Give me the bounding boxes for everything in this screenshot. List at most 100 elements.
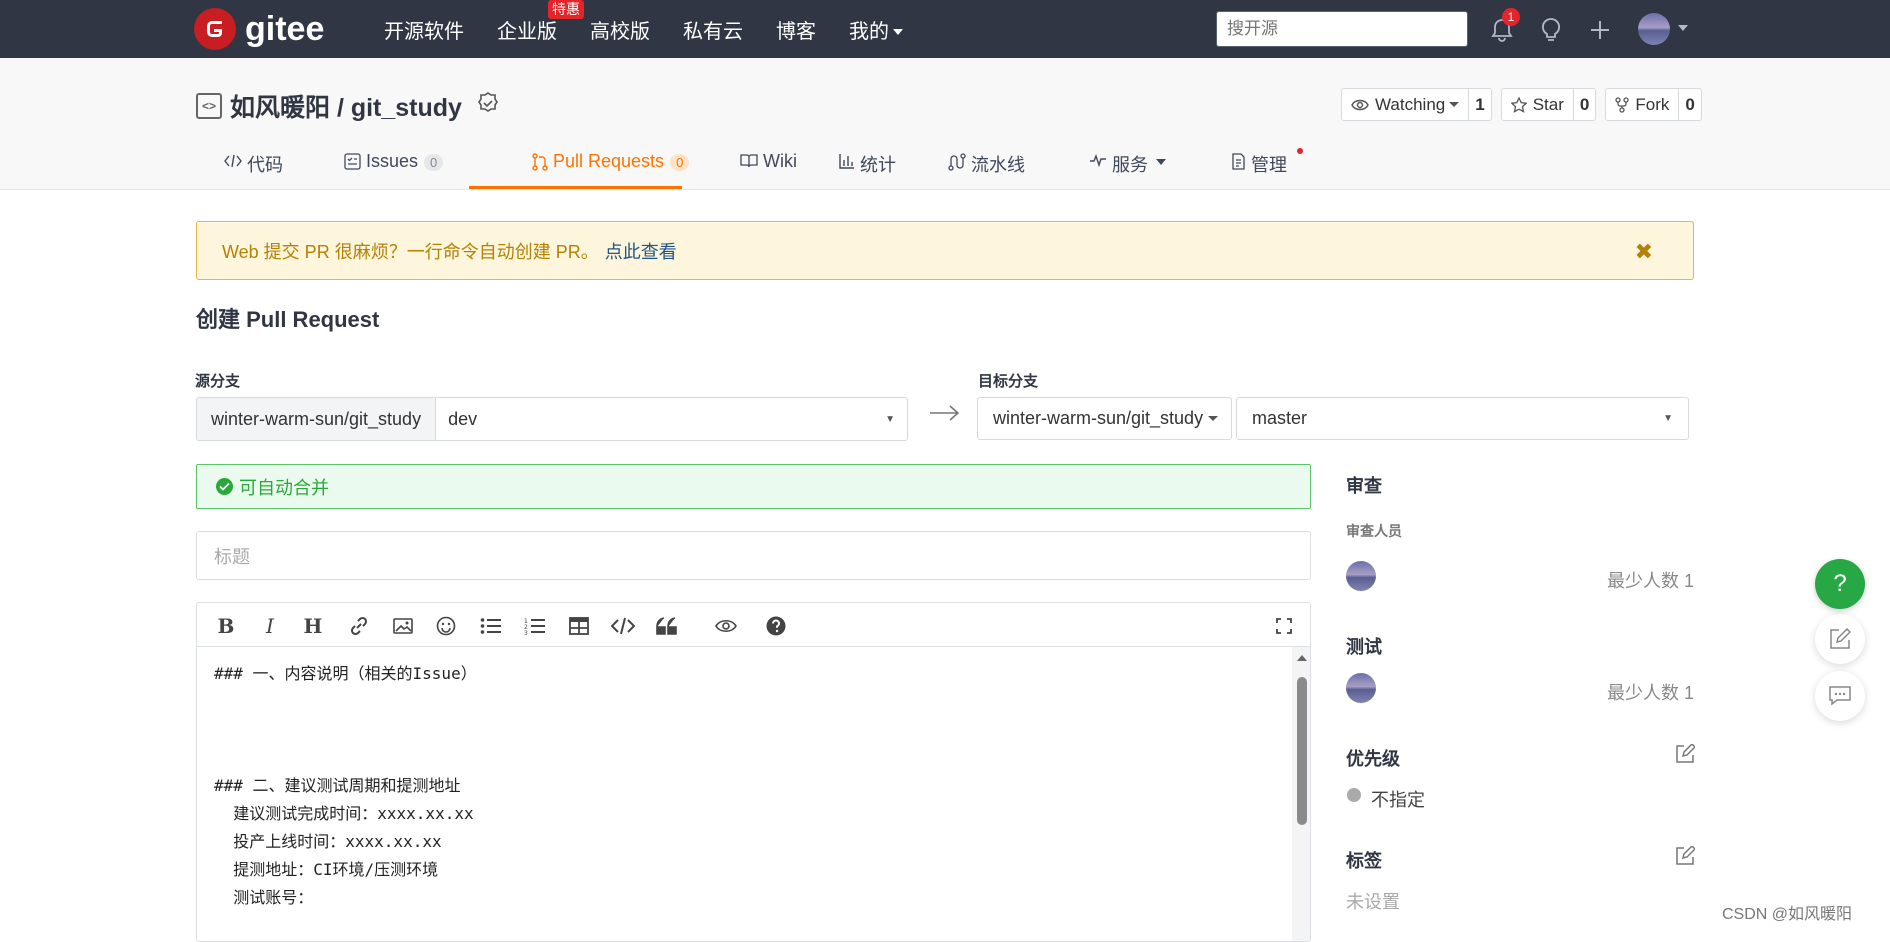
image-icon[interactable] [391, 614, 415, 638]
star-count[interactable]: 0 [1574, 89, 1595, 120]
avatar-chevron-down-icon[interactable] [1678, 25, 1688, 31]
source-branch-value: dev [448, 408, 478, 429]
test-min-count: 最少人数 1 [1606, 683, 1694, 703]
target-branch-dropdown[interactable]: master ▼ [1236, 397, 1689, 440]
close-icon[interactable]: ✖ [1635, 239, 1653, 265]
unordered-list-icon[interactable] [479, 614, 503, 638]
active-tab-indicator [469, 186, 682, 189]
editor-scrollbar[interactable] [1292, 647, 1310, 941]
nav-link-open-source[interactable]: 开源软件 [384, 15, 464, 44]
tab-manage-label: 管理 [1251, 155, 1287, 175]
watch-count[interactable]: 1 [1469, 89, 1490, 120]
notice-link[interactable]: 点此查看 [605, 238, 677, 264]
tab-pull-requests-label: Pull Requests [553, 151, 665, 171]
quote-icon[interactable] [655, 614, 679, 638]
repo-code-icon: <> [196, 93, 222, 119]
review-min-count: 最少人数 1 [1606, 571, 1694, 591]
link-icon[interactable] [347, 614, 371, 638]
tab-wiki-label: Wiki [763, 151, 797, 171]
bar-chart-icon [839, 154, 854, 169]
nav-link-blog[interactable]: 博客 [776, 15, 816, 44]
edit-priority-icon[interactable] [1676, 742, 1697, 768]
nav-link-mine[interactable]: 我的 [849, 15, 903, 44]
enterprise-promo-badge: 特惠 [548, 0, 584, 19]
tab-issues-label: Issues [366, 151, 419, 171]
tab-issues[interactable]: Issues 0 [344, 146, 501, 190]
issues-icon [344, 153, 361, 170]
nav-link-private-cloud[interactable]: 私有云 [683, 15, 743, 44]
reviewer-avatar[interactable] [1346, 561, 1376, 591]
code-block-icon[interactable] [611, 614, 635, 638]
user-avatar[interactable] [1638, 13, 1670, 45]
tab-code[interactable]: 代码 [224, 146, 344, 190]
review-heading: 审查 [1346, 476, 1382, 496]
repo-title[interactable]: 如风暖阳 / git_study [230, 88, 462, 124]
nav-link-education[interactable]: 高校版 [590, 15, 650, 44]
tab-statistics[interactable]: 统计 [831, 146, 948, 190]
page-title: 创建 Pull Request [196, 307, 380, 332]
tab-pull-requests[interactable]: Pull Requests 0 [501, 146, 714, 190]
source-branch-label: 源分支 [195, 373, 241, 390]
star-button[interactable]: Star 0 [1500, 88, 1597, 121]
search-input[interactable] [1216, 11, 1468, 47]
scroll-up-icon[interactable] [1297, 655, 1307, 661]
tester-avatar[interactable] [1346, 673, 1376, 703]
csdn-watermark: CSDN @如风暖阳 [1722, 906, 1853, 923]
repo-certified-badge-icon[interactable] [476, 91, 500, 122]
tab-wiki[interactable]: Wiki [714, 146, 831, 190]
code-icon [224, 154, 242, 168]
nav-link-enterprise-label: 企业版 [497, 20, 557, 43]
fork-button[interactable]: Fork 0 [1605, 88, 1702, 121]
tags-heading: 标签 [1346, 851, 1382, 871]
notification-bell-icon[interactable]: 1 [1488, 8, 1520, 44]
merge-status-banner: 可自动合并 [196, 464, 1311, 509]
chevron-down-icon [893, 29, 903, 36]
editor-content[interactable]: ### 一、内容说明（相关的Issue） ### 二、建议测试周期和提测地址 建… [197, 647, 1292, 941]
check-circle-icon [216, 478, 233, 495]
priority-heading: 优先级 [1346, 749, 1400, 769]
watch-button[interactable]: Watching 1 [1341, 88, 1492, 121]
repo-header: <> 如风暖阳 / git_study Watching 1 Star 0 Fo… [0, 58, 1890, 190]
chat-bubble-icon [1829, 686, 1851, 706]
edit-tags-icon[interactable] [1676, 844, 1697, 870]
floating-chat-button[interactable] [1815, 671, 1865, 721]
chevron-down-icon [1208, 416, 1219, 421]
target-repo-dropdown[interactable]: winter-warm-sun/git_study [977, 397, 1232, 440]
fork-count[interactable]: 0 [1679, 89, 1700, 120]
floating-feedback-button[interactable] [1815, 614, 1865, 664]
priority-value[interactable]: 不指定 [1371, 786, 1425, 812]
emoji-icon[interactable] [434, 614, 458, 638]
watch-label: Watching [1375, 94, 1446, 114]
tab-services-label: 服务 [1112, 155, 1148, 175]
pr-title-input[interactable]: 标题 [196, 531, 1311, 580]
fullscreen-icon[interactable] [1272, 614, 1296, 638]
gitee-logo[interactable]: gitee [194, 8, 324, 50]
tab-code-label: 代码 [247, 155, 283, 175]
pull-request-icon [532, 153, 548, 171]
pipeline-icon [948, 153, 966, 171]
help-icon[interactable] [764, 614, 788, 638]
chevron-down-icon: ▼ [885, 413, 896, 425]
pr-title-placeholder: 标题 [214, 546, 250, 567]
scroll-thumb[interactable] [1297, 677, 1307, 825]
floating-help-button[interactable]: ? [1815, 559, 1865, 609]
tab-services[interactable]: 服务 [1089, 146, 1231, 190]
italic-icon[interactable]: I [258, 614, 282, 638]
ordered-list-icon[interactable]: 123 [523, 614, 547, 638]
watch-chevron-down-icon [1449, 102, 1460, 107]
source-branch-dropdown[interactable]: dev ▼ [435, 397, 909, 441]
bold-icon[interactable]: B [214, 614, 238, 638]
tab-pipeline[interactable]: 流水线 [948, 146, 1089, 190]
target-branch-label: 目标分支 [978, 373, 1039, 390]
markdown-editor: B I H 123 ### 一、内容说明（相关的Issue） ### 二、建议测… [196, 602, 1311, 942]
nav-link-enterprise[interactable]: 企业版 特惠 [497, 0, 584, 44]
pulse-icon [1090, 153, 1106, 167]
preview-eye-icon[interactable] [714, 614, 738, 638]
table-icon[interactable] [567, 614, 591, 638]
lightbulb-icon[interactable] [1537, 16, 1565, 44]
top-navbar: gitee 开源软件 企业版 特惠 高校版 私有云 博客 我的 1 [0, 0, 1890, 58]
svg-text:3: 3 [524, 630, 528, 635]
tab-manage[interactable]: 管理 [1231, 146, 1331, 190]
heading-icon[interactable]: H [301, 614, 325, 638]
plus-icon[interactable] [1586, 16, 1614, 44]
